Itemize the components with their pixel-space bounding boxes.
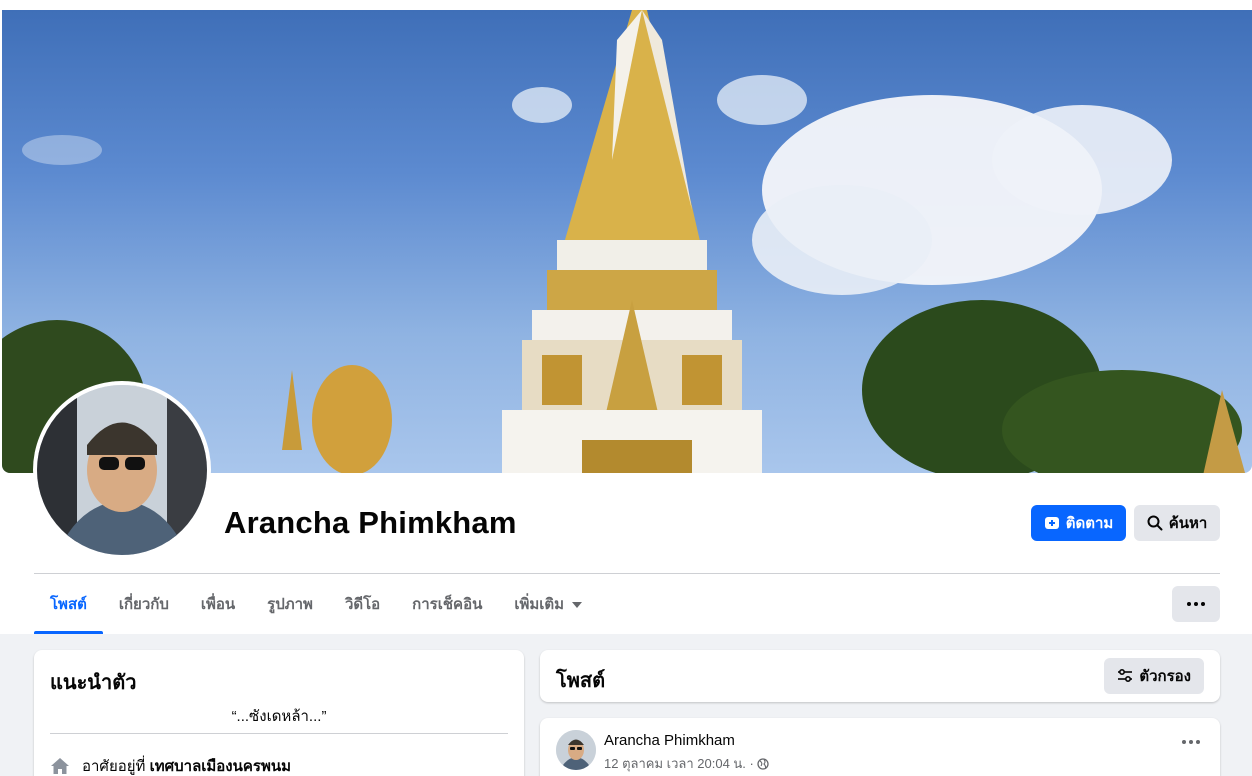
post-card: Arancha Phimkham 12 ตุลาคม เวลา 20:04 น.…	[540, 718, 1220, 776]
avatar	[37, 385, 207, 555]
profile-more-button[interactable]	[1172, 586, 1220, 622]
tab-checkins[interactable]: การเช็คอิน	[396, 574, 498, 634]
tab-more[interactable]: เพิ่มเติม	[498, 574, 598, 634]
tab-label: การเช็คอิน	[412, 596, 483, 613]
intro-divider	[50, 733, 508, 734]
tab-videos[interactable]: วิดีโอ	[329, 574, 396, 634]
filter-button[interactable]: ตัวกรอง	[1104, 658, 1204, 694]
profile-tabs: โพสต์ เกี่ยวกับ เพื่อน รูปภาพ วิดีโอ การ…	[34, 574, 598, 634]
globe-icon	[757, 757, 769, 770]
lives-place-link[interactable]: เทศบาลเมืองนครพนม	[150, 758, 291, 775]
intro-lives-in: อาศัยอยู่ที่ เทศบาลเมืองนครพนม	[50, 754, 291, 776]
lives-prefix: อาศัยอยู่ที่	[82, 758, 146, 775]
cover-photo-image	[2, 10, 1246, 473]
tab-label: โพสต์	[50, 596, 87, 613]
posts-header-card: โพสต์ ตัวกรอง	[540, 650, 1220, 702]
profile-header: Arancha Phimkham ติดตาม ค้นหา โพสต์ เกี่…	[0, 0, 1252, 634]
avatar-image	[37, 385, 207, 555]
tab-friends[interactable]: เพื่อน	[185, 574, 251, 634]
intro-bio: “...ซังเดหล้า...”	[231, 708, 327, 725]
tab-posts[interactable]: โพสต์	[34, 574, 103, 634]
follow-icon	[1044, 517, 1059, 529]
tab-about[interactable]: เกี่ยวกับ	[103, 574, 185, 634]
follow-button[interactable]: ติดตาม	[1031, 505, 1126, 541]
intro-title: แนะนำตัว	[50, 672, 137, 694]
search-button[interactable]: ค้นหา	[1134, 505, 1220, 541]
search-icon	[1147, 515, 1163, 531]
tab-label: เพิ่มเติม	[514, 596, 565, 613]
profile-name: Arancha Phimkham	[224, 505, 517, 540]
home-icon	[51, 758, 69, 774]
tab-label: รูปภาพ	[267, 596, 313, 613]
tab-label: เพื่อน	[200, 596, 236, 613]
post-timestamp[interactable]: 12 ตุลาคม เวลา 20:04 น. ·	[604, 753, 754, 774]
filter-sliders-icon	[1118, 668, 1133, 683]
tab-label: เกี่ยวกับ	[118, 596, 169, 613]
post-more-button[interactable]	[1182, 740, 1200, 744]
more-dots-icon	[1182, 740, 1200, 744]
more-dots-icon	[1187, 602, 1205, 606]
intro-card: แนะนำตัว “...ซังเดหล้า...” อาศัยอยู่ที่ …	[34, 650, 524, 776]
post-author-avatar[interactable]	[556, 730, 596, 770]
profile-picture[interactable]	[33, 381, 211, 559]
posts-title: โพสต์	[556, 670, 606, 692]
caret-down-icon	[572, 601, 583, 608]
post-meta: 12 ตุลาคม เวลา 20:04 น. ·	[604, 753, 769, 774]
search-label: ค้นหา	[1168, 515, 1208, 532]
avatar-image	[556, 730, 596, 770]
follow-label: ติดตาม	[1065, 515, 1114, 532]
tab-photos[interactable]: รูปภาพ	[251, 574, 329, 634]
post-author-name[interactable]: Arancha Phimkham	[604, 732, 735, 749]
cover-photo[interactable]	[2, 10, 1252, 473]
tab-label: วิดีโอ	[344, 596, 381, 613]
filter-label: ตัวกรอง	[1139, 668, 1191, 685]
